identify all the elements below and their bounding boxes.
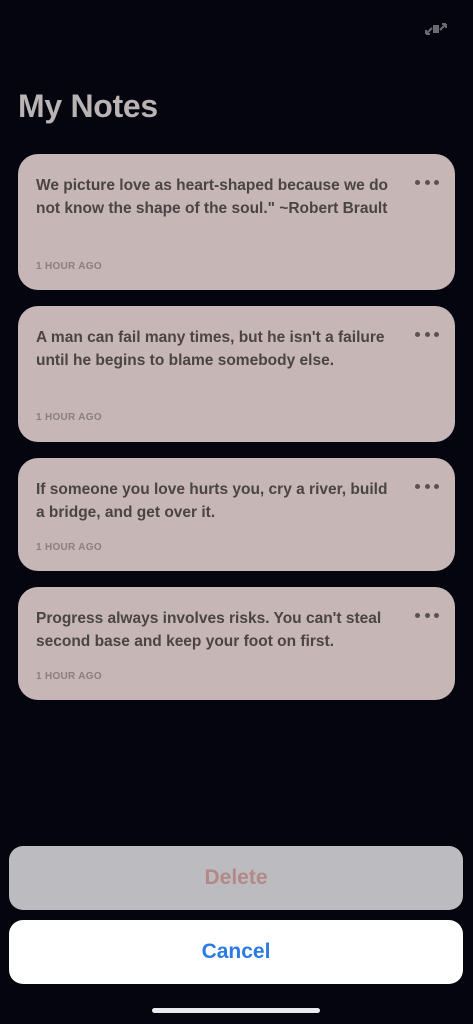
expand-arrows-icon[interactable] (424, 22, 448, 36)
note-timestamp: 1 HOUR AGO (36, 542, 102, 553)
note-text: Progress always involves risks. You can'… (36, 610, 382, 650)
more-options-icon[interactable] (415, 613, 439, 619)
note-card[interactable]: A man can fail many times, but he isn't … (18, 306, 455, 442)
cancel-button[interactable]: Cancel (9, 920, 463, 984)
delete-button[interactable]: Delete (9, 846, 463, 910)
note-text: A man can fail many times, but he isn't … (36, 329, 385, 369)
more-options-icon[interactable] (415, 180, 439, 186)
note-card[interactable]: If someone you love hurts you, cry a riv… (18, 458, 455, 571)
notes-screen: My Notes We picture love as heart-shaped… (0, 0, 473, 1024)
note-text: We picture love as heart-shaped because … (36, 177, 389, 217)
note-text: If someone you love hurts you, cry a riv… (36, 481, 388, 521)
note-card[interactable]: We picture love as heart-shaped because … (18, 154, 455, 290)
home-indicator[interactable] (152, 1008, 320, 1013)
more-options-icon[interactable] (415, 332, 439, 338)
note-timestamp: 1 HOUR AGO (36, 412, 102, 423)
note-timestamp: 1 HOUR AGO (36, 671, 102, 682)
page-title: My Notes (18, 88, 158, 124)
note-card[interactable]: Progress always involves risks. You can'… (18, 587, 455, 700)
note-timestamp: 1 HOUR AGO (36, 261, 102, 272)
more-options-icon[interactable] (415, 484, 439, 490)
